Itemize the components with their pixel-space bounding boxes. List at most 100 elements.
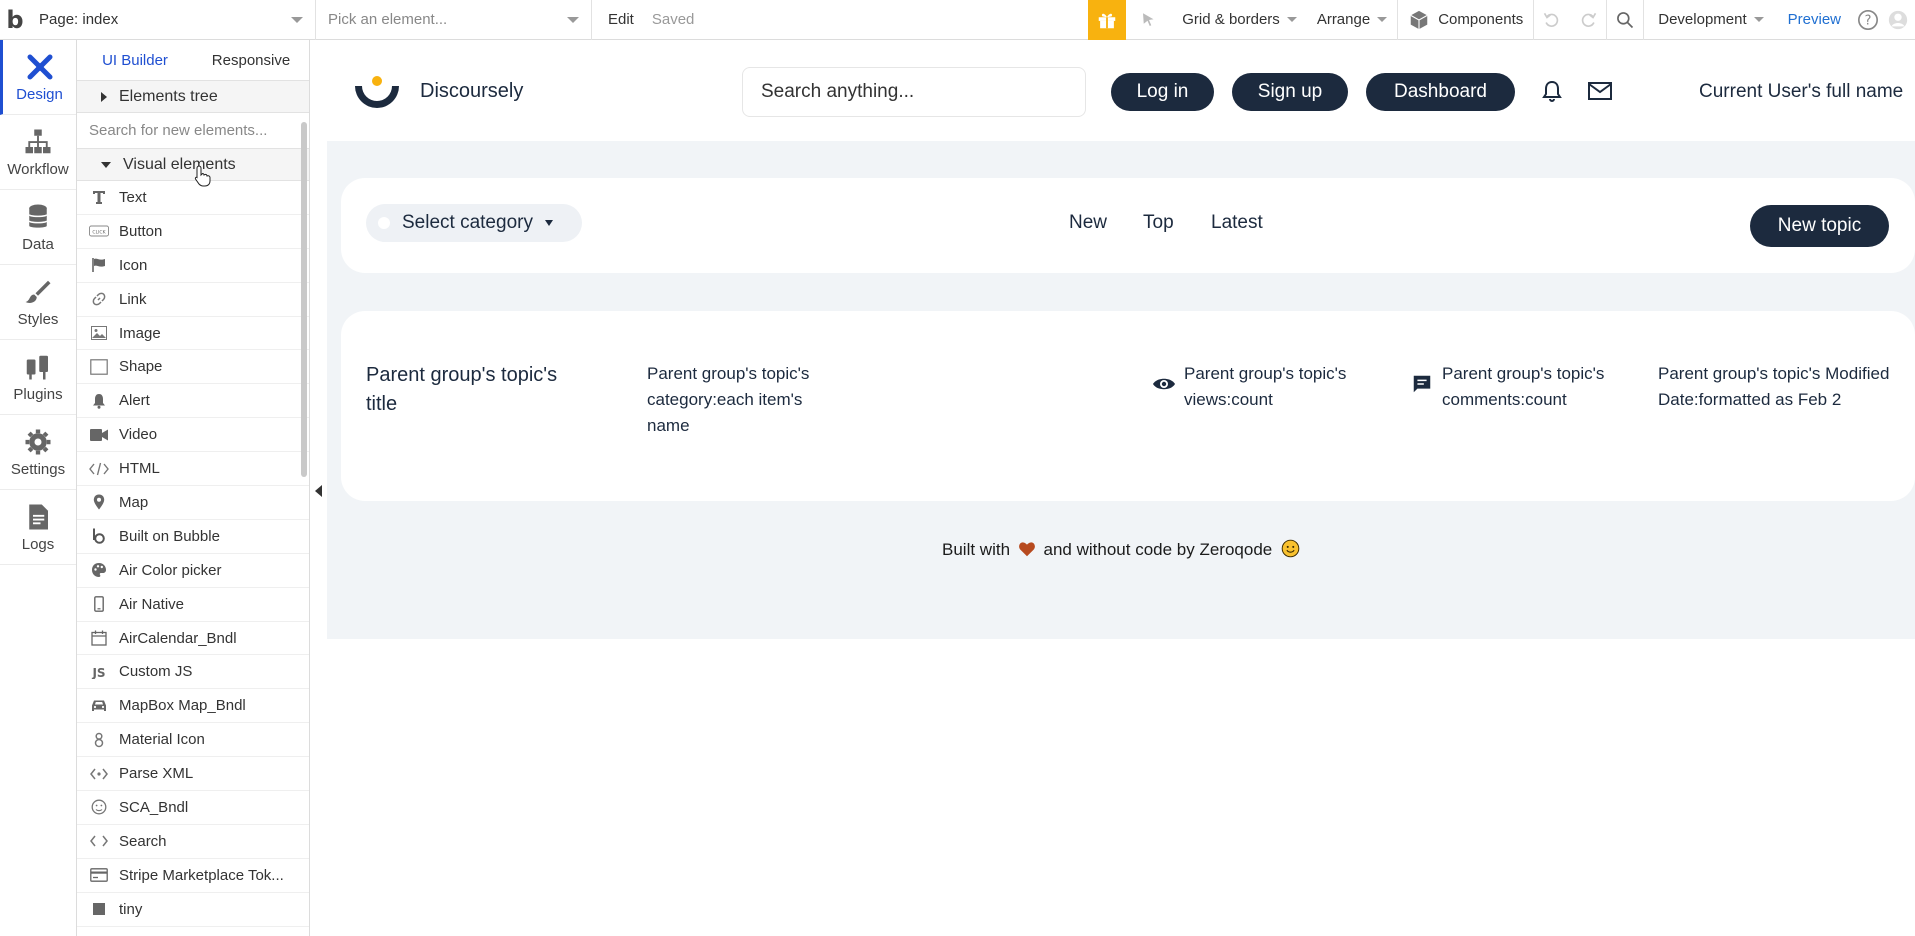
visual-element-label: Air Native — [119, 595, 185, 613]
search-code-icon — [89, 831, 109, 851]
card-icon — [89, 865, 109, 885]
visual-element-item[interactable]: Shape — [77, 350, 309, 385]
redo-button[interactable] — [1570, 0, 1606, 40]
visual-element-item[interactable]: Alert — [77, 384, 309, 419]
nav-design-label: Design — [16, 85, 63, 103]
chevron-down-icon — [567, 16, 579, 23]
visual-element-item[interactable]: Material Icon — [77, 723, 309, 758]
new-topic-button[interactable]: New topic — [1750, 205, 1889, 247]
canvas-empty-area — [327, 639, 1915, 936]
environment-selector[interactable]: Development — [1644, 0, 1777, 40]
category-select[interactable]: Select category — [366, 204, 582, 242]
category-select-label: Select category — [402, 212, 533, 233]
tab-responsive[interactable]: Responsive — [193, 40, 309, 80]
mail-icon[interactable] — [1587, 79, 1613, 103]
dashboard-button[interactable]: Dashboard — [1366, 73, 1515, 111]
cursor-select-icon — [1143, 12, 1154, 26]
visual-element-label: Stripe Marketplace Tok... — [119, 866, 284, 884]
smile-icon — [89, 797, 109, 817]
topic-category: Parent group's topic's category:each ite… — [647, 364, 810, 435]
design-tools-icon — [27, 54, 52, 79]
gift-icon — [1099, 13, 1116, 28]
search-button[interactable] — [1607, 0, 1643, 40]
visual-element-item[interactable]: JS Custom JS — [77, 655, 309, 690]
visual-element-item[interactable]: Video — [77, 418, 309, 453]
visual-element-item[interactable]: Stripe Marketplace Tok... — [77, 859, 309, 893]
nav-workflow-label: Workflow — [7, 160, 69, 178]
bell-icon[interactable] — [1540, 79, 1564, 103]
tab-new[interactable]: New — [1069, 212, 1107, 234]
visual-element-item[interactable]: HTML — [77, 452, 309, 487]
signup-button[interactable]: Sign up — [1232, 73, 1348, 111]
visual-element-item[interactable]: AirCalendar_Bndl — [77, 622, 309, 656]
nav-logs[interactable]: Logs — [0, 490, 76, 565]
visual-element-item[interactable]: Parse XML — [77, 757, 309, 792]
elements-tree-toggle[interactable]: Elements tree — [77, 81, 309, 113]
collapse-panel-arrow-icon[interactable] — [315, 485, 322, 497]
brand-name[interactable]: Discoursely — [420, 80, 523, 103]
visual-element-item[interactable]: Built on Bubble — [77, 520, 309, 554]
calendar-icon — [89, 628, 109, 648]
undo-button[interactable] — [1534, 0, 1570, 40]
tab-ui-builder[interactable]: UI Builder — [77, 40, 193, 80]
palette-icon — [89, 560, 109, 580]
topic-card[interactable]: Parent group's topic's title Parent grou… — [341, 311, 1915, 501]
link-icon — [89, 289, 109, 309]
help-button[interactable]: ? — [1851, 0, 1885, 40]
element-search-input[interactable]: Search for new elements... — [77, 113, 309, 149]
login-button[interactable]: Log in — [1111, 73, 1214, 111]
select-mode-button[interactable] — [1126, 0, 1172, 40]
edit-menu[interactable]: Edit — [608, 11, 634, 28]
visual-element-item[interactable]: Map — [77, 486, 309, 520]
visual-element-item[interactable]: Search — [77, 825, 309, 859]
user-menu-button[interactable] — [1885, 0, 1915, 40]
help-icon: ? — [1858, 9, 1878, 30]
visual-element-item[interactable]: tiny — [77, 893, 309, 927]
element-picker[interactable]: Pick an element... — [316, 0, 592, 40]
current-user-name[interactable]: Current User's full name — [1699, 81, 1903, 103]
tab-latest[interactable]: Latest — [1211, 212, 1263, 234]
visual-element-item[interactable]: Text — [77, 181, 309, 215]
grid-borders-menu[interactable]: Grid & borders — [1172, 0, 1307, 40]
visual-element-item[interactable]: Air Color picker — [77, 554, 309, 588]
visual-element-label: Video — [119, 426, 158, 444]
visual-element-label: tiny — [119, 900, 143, 918]
tab-top[interactable]: Top — [1143, 212, 1174, 234]
visual-elements-toggle[interactable]: Visual elements — [77, 149, 309, 181]
gift-button[interactable] — [1088, 0, 1127, 40]
database-icon — [28, 204, 48, 228]
nav-data[interactable]: Data — [0, 190, 76, 265]
bubble-logo[interactable]: b — [0, 0, 30, 40]
footer-text-pre: Built with — [942, 540, 1011, 559]
nav-styles-label: Styles — [17, 310, 59, 328]
topic-title[interactable]: Parent group's topic's title — [366, 361, 576, 419]
js-icon: JS — [89, 662, 109, 682]
components-button[interactable]: Components — [1398, 0, 1533, 40]
visual-element-item[interactable]: Icon — [77, 249, 309, 283]
top-toolbar: b Page: index Pick an element... Edit Sa… — [0, 0, 1915, 40]
visual-elements-list: Text CLICK Button Icon Link Image Shape Alert Vi… — [77, 181, 309, 927]
visual-element-item[interactable]: Link — [77, 283, 309, 317]
preview-link[interactable]: Preview — [1778, 0, 1851, 40]
visual-element-label: Map — [119, 493, 149, 511]
arrange-menu[interactable]: Arrange — [1307, 0, 1397, 40]
visual-element-item[interactable]: Image — [77, 317, 309, 351]
nav-plugins[interactable]: Plugins — [0, 340, 76, 415]
visual-element-label: Text — [119, 188, 147, 206]
visual-element-label: Material Icon — [119, 731, 205, 749]
nav-settings[interactable]: Settings — [0, 415, 76, 490]
panel-scrollbar[interactable] — [301, 122, 307, 477]
visual-element-label: Icon — [119, 256, 148, 274]
nav-design[interactable]: Design — [0, 40, 76, 115]
visual-element-label: Built on Bubble — [119, 527, 220, 545]
visual-element-item[interactable]: CLICK Button — [77, 215, 309, 249]
nav-workflow[interactable]: Workflow — [0, 115, 76, 190]
header-search-input[interactable]: Search anything... — [742, 67, 1086, 117]
visual-element-item[interactable]: SCA_Bndl — [77, 791, 309, 825]
user-circle-icon — [1888, 10, 1908, 29]
topic-views: Parent group's topic's views:count — [1184, 364, 1347, 409]
visual-element-item[interactable]: Air Native — [77, 588, 309, 622]
nav-styles[interactable]: Styles — [0, 265, 76, 340]
visual-element-item[interactable]: MapBox Map_Bndl — [77, 689, 309, 724]
page-selector[interactable]: Page: index — [30, 0, 316, 40]
